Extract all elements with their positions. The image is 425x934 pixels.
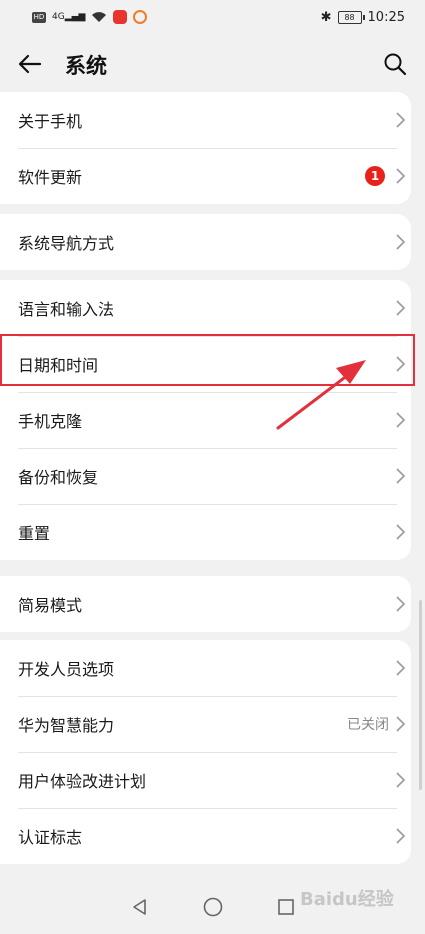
row-label: 重置 — [18, 524, 51, 543]
chevron-right-icon — [396, 234, 406, 250]
settings-group-1: 关于手机 软件更新 1 — [0, 92, 411, 204]
scrollbar[interactable] — [419, 600, 422, 790]
chevron-right-icon — [396, 356, 406, 372]
settings-row-navigation[interactable]: 系统导航方式 — [0, 214, 411, 270]
nav-back-icon[interactable] — [130, 897, 150, 917]
row-label: 手机克隆 — [18, 412, 83, 431]
update-count-badge: 1 — [365, 166, 385, 186]
chevron-right-icon — [396, 660, 406, 676]
signal-label: 4G — [52, 12, 65, 22]
settings-row-phone-clone[interactable]: 手机克隆 — [0, 392, 411, 448]
back-button[interactable] — [14, 48, 46, 80]
row-label: 关于手机 — [18, 112, 83, 131]
row-label: 软件更新 — [18, 168, 83, 187]
app-bar: 系统 — [0, 34, 425, 92]
settings-row-software-update[interactable]: 软件更新 1 — [0, 148, 411, 204]
search-icon — [384, 53, 407, 76]
settings-group-2: 系统导航方式 — [0, 214, 411, 270]
row-value: 已关闭 — [347, 717, 389, 733]
chevron-right-icon — [396, 716, 406, 732]
signal-icon: 4G▂▄▆ — [52, 12, 86, 22]
app-notification-icon — [113, 10, 128, 24]
bluetooth-icon: ✱ — [320, 9, 332, 25]
row-label: 日期和时间 — [18, 356, 99, 375]
settings-group-5: 开发人员选项 华为智慧能力 已关闭 用户体验改进计划 认证标志 — [0, 640, 411, 864]
status-left: HD 4G▂▄▆ — [32, 10, 148, 24]
chevron-right-icon — [396, 468, 406, 484]
chevron-right-icon — [396, 168, 406, 184]
settings-group-4: 简易模式 — [0, 576, 411, 632]
back-arrow-icon — [18, 54, 42, 74]
nav-recent-icon[interactable] — [276, 897, 296, 917]
settings-row-certification[interactable]: 认证标志 — [0, 808, 411, 864]
battery-icon: 88 — [337, 10, 365, 24]
watermark: Baidu经验 — [300, 889, 394, 910]
settings-row-date-time[interactable]: 日期和时间 — [0, 336, 411, 392]
row-label: 认证标志 — [18, 828, 83, 847]
row-label: 华为智慧能力 — [18, 716, 115, 735]
settings-row-user-experience[interactable]: 用户体验改进计划 — [0, 752, 411, 808]
settings-row-reset[interactable]: 重置 — [0, 504, 411, 560]
settings-row-huawei-ai[interactable]: 华为智慧能力 已关闭 — [0, 696, 411, 752]
settings-group-3: 语言和输入法 日期和时间 手机克隆 备份和恢复 重置 — [0, 280, 411, 560]
hd-icon: HD — [32, 11, 46, 23]
row-label: 用户体验改进计划 — [18, 772, 147, 791]
nav-home-icon[interactable] — [202, 896, 224, 918]
row-label: 简易模式 — [18, 596, 83, 615]
row-label: 语言和输入法 — [18, 300, 115, 319]
chevron-right-icon — [396, 828, 406, 844]
chevron-right-icon — [396, 596, 406, 612]
status-bar: HD 4G▂▄▆ ✱ 88 10:25 — [0, 0, 425, 34]
chevron-right-icon — [396, 300, 406, 316]
settings-row-developer-options[interactable]: 开发人员选项 — [0, 640, 411, 696]
wifi-icon — [92, 12, 107, 22]
settings-row-about-phone[interactable]: 关于手机 — [0, 92, 411, 148]
chevron-right-icon — [396, 112, 406, 128]
status-right: ✱ 88 10:25 — [321, 10, 405, 25]
app-notification-icon-2 — [133, 10, 148, 24]
search-button[interactable] — [379, 48, 411, 80]
settings-row-language-input[interactable]: 语言和输入法 — [0, 280, 411, 336]
settings-row-backup-restore[interactable]: 备份和恢复 — [0, 448, 411, 504]
chevron-right-icon — [396, 412, 406, 428]
row-label: 系统导航方式 — [18, 234, 115, 253]
page-title: 系统 — [65, 54, 107, 78]
row-label: 开发人员选项 — [18, 660, 115, 679]
chevron-right-icon — [396, 772, 406, 788]
status-time: 10:25 — [367, 9, 405, 25]
chevron-right-icon — [396, 524, 406, 540]
row-label: 备份和恢复 — [18, 468, 99, 487]
settings-row-simple-mode[interactable]: 简易模式 — [0, 576, 411, 632]
